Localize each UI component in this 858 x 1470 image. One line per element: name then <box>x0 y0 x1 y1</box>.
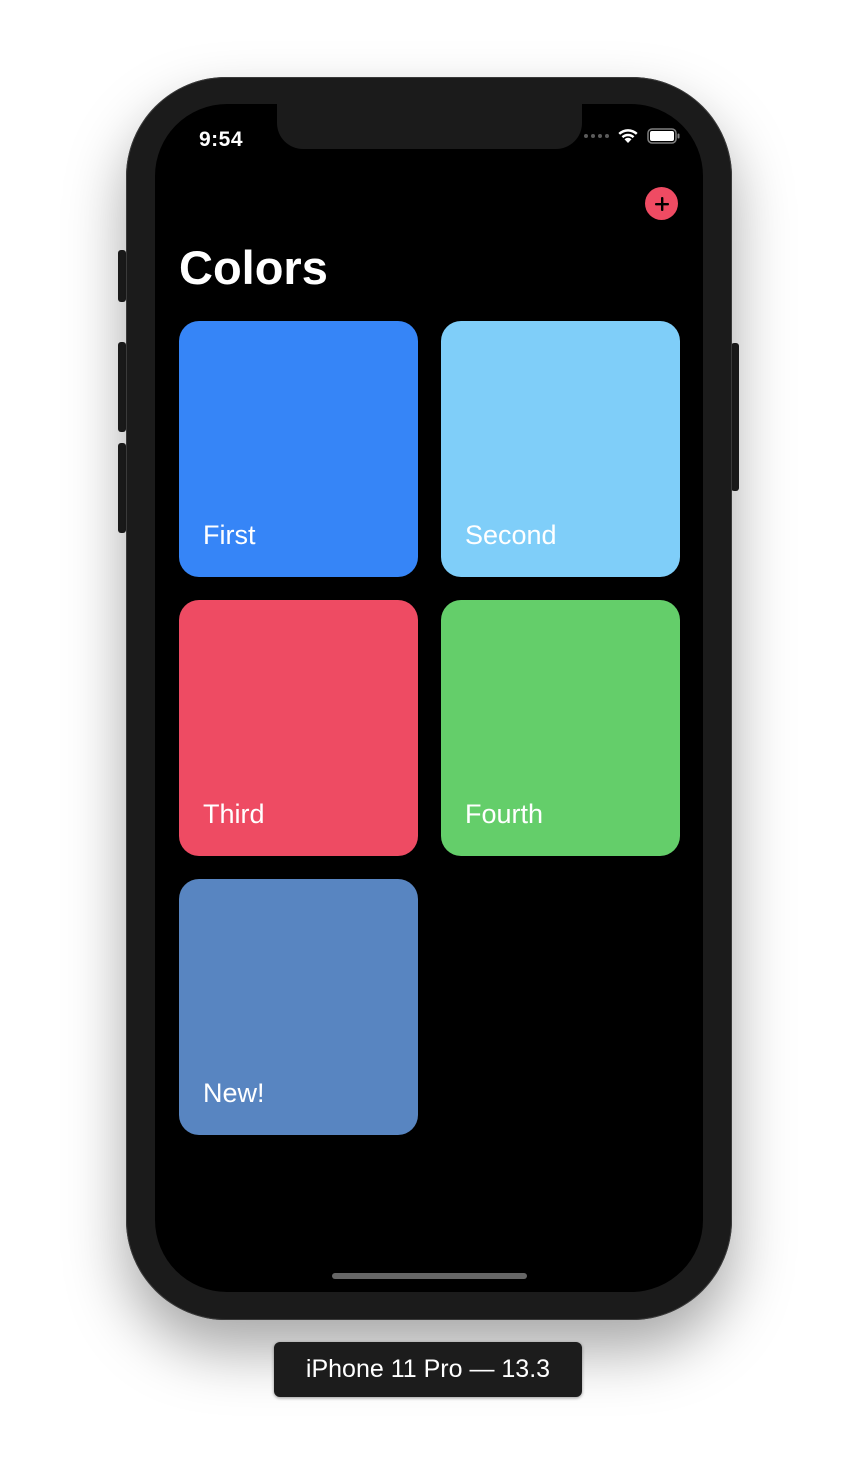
cellular-signal-icon <box>584 134 609 138</box>
volume-up-button <box>118 342 126 432</box>
volume-down-button <box>118 443 126 533</box>
wifi-icon <box>618 129 638 143</box>
battery-icon <box>647 128 680 144</box>
color-tile-new[interactable]: New! <box>179 879 418 1135</box>
add-color-button[interactable] <box>645 187 678 220</box>
status-indicators <box>584 128 681 144</box>
page-title: Colors <box>179 241 328 294</box>
notch <box>277 104 582 149</box>
color-tile-fourth[interactable]: Fourth <box>441 600 680 856</box>
tile-label: Third <box>203 799 265 829</box>
tile-label: Second <box>465 520 557 550</box>
device-screen: 9:54 Colors First Second Third Fourth Ne… <box>155 104 703 1292</box>
color-tile-third[interactable]: Third <box>179 600 418 856</box>
home-indicator[interactable] <box>332 1273 527 1279</box>
status-time: 9:54 <box>199 128 244 151</box>
plus-icon <box>654 196 669 211</box>
tile-label: First <box>203 520 256 550</box>
power-button <box>731 343 739 491</box>
color-tile-first[interactable]: First <box>179 321 418 577</box>
tile-label: New! <box>203 1078 265 1108</box>
simulator-stage: 9:54 Colors First Second Third Fourth Ne… <box>0 0 858 1470</box>
color-tile-second[interactable]: Second <box>441 321 680 577</box>
silent-switch <box>118 250 126 302</box>
device-caption: iPhone 11 Pro — 13.3 <box>274 1342 582 1397</box>
tile-label: Fourth <box>465 799 544 829</box>
